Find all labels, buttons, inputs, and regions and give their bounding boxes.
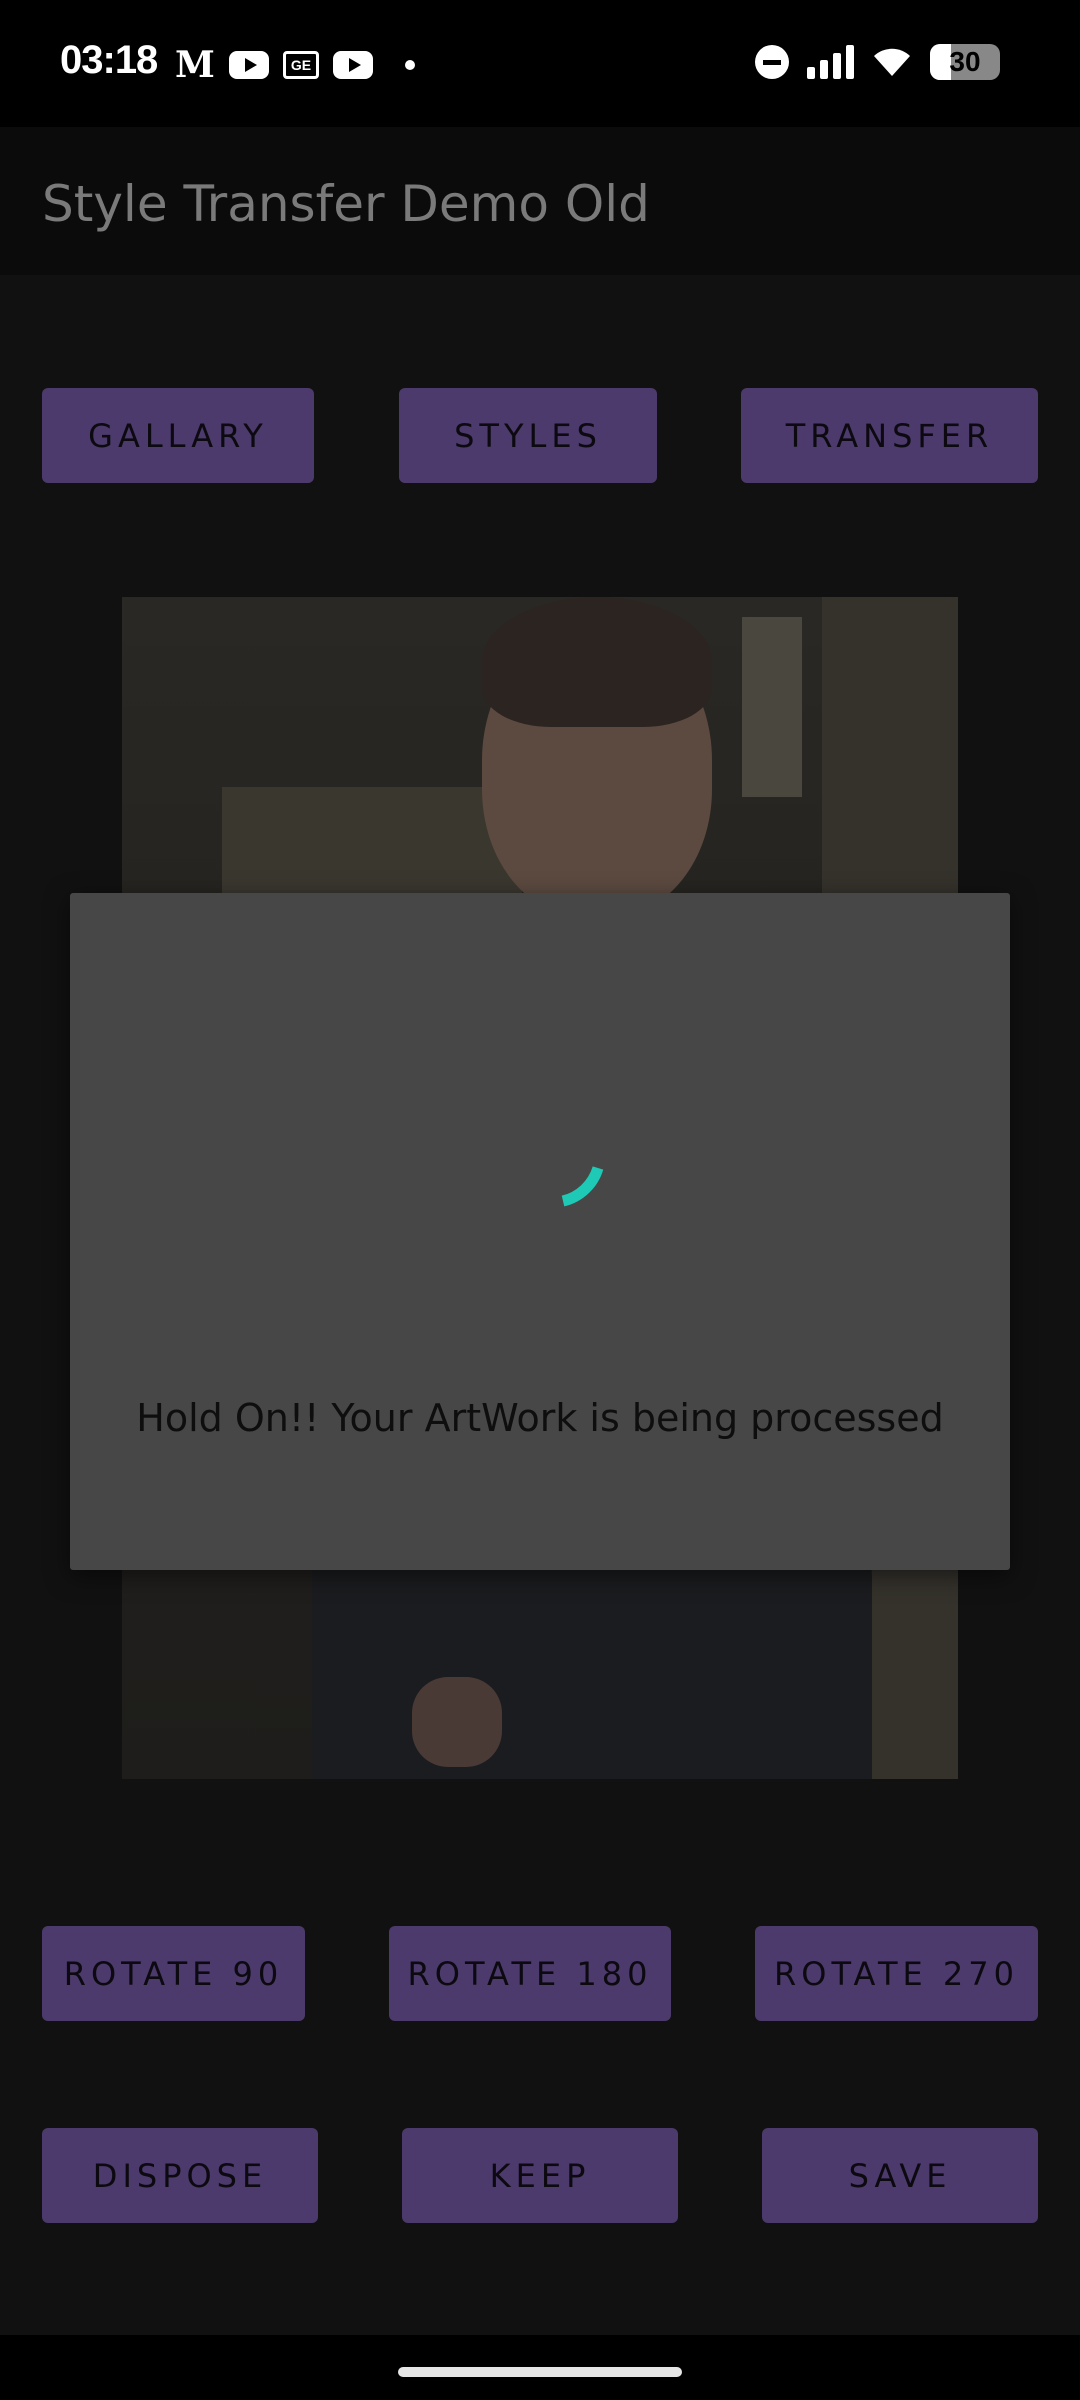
navigation-bar — [0, 2335, 1080, 2400]
do-not-disturb-icon — [755, 45, 789, 79]
news-icon: GE — [283, 51, 319, 79]
rotate-90-button[interactable]: ROTATE 90 — [42, 1926, 305, 2021]
signal-icon — [807, 45, 854, 79]
app-title: Style Transfer Demo Old — [42, 175, 650, 233]
notification-app-text: Mc — [175, 44, 215, 86]
battery-icon: 30 — [930, 44, 1000, 80]
transfer-button[interactable]: TRANSFER — [741, 388, 1038, 483]
app-screen: 03:18 Mc GE 30 Style — [0, 0, 1080, 2400]
status-bar: 03:18 Mc GE 30 — [0, 0, 1080, 127]
rotate-270-button[interactable]: ROTATE 270 — [755, 1926, 1038, 2021]
status-time: 03:18 — [60, 38, 158, 82]
dot-icon — [405, 60, 415, 70]
wifi-icon — [872, 46, 912, 78]
save-button[interactable]: SAVE — [762, 2128, 1038, 2223]
system-icons: 30 — [755, 44, 1000, 80]
dispose-button[interactable]: DISPOSE — [42, 2128, 318, 2223]
rotate-180-button[interactable]: ROTATE 180 — [389, 1926, 671, 2021]
youtube-icon — [333, 51, 373, 79]
gallery-button[interactable]: GALLARY — [42, 388, 314, 483]
styles-button[interactable]: STYLES — [399, 388, 657, 483]
battery-level: 30 — [949, 46, 981, 77]
loading-spinner-icon — [561, 1166, 604, 1207]
keep-button[interactable]: KEEP — [402, 2128, 678, 2223]
progress-dialog: Hold On!! Your ArtWork is being processe… — [70, 893, 1010, 1570]
battery-fill — [930, 44, 951, 80]
dialog-message: Hold On!! Your ArtWork is being processe… — [136, 1396, 944, 1440]
home-gesture-handle[interactable] — [398, 2367, 682, 2377]
youtube-icon — [229, 51, 269, 79]
notification-icons: Mc GE — [175, 44, 415, 86]
app-bar: Style Transfer Demo Old — [0, 127, 1080, 275]
